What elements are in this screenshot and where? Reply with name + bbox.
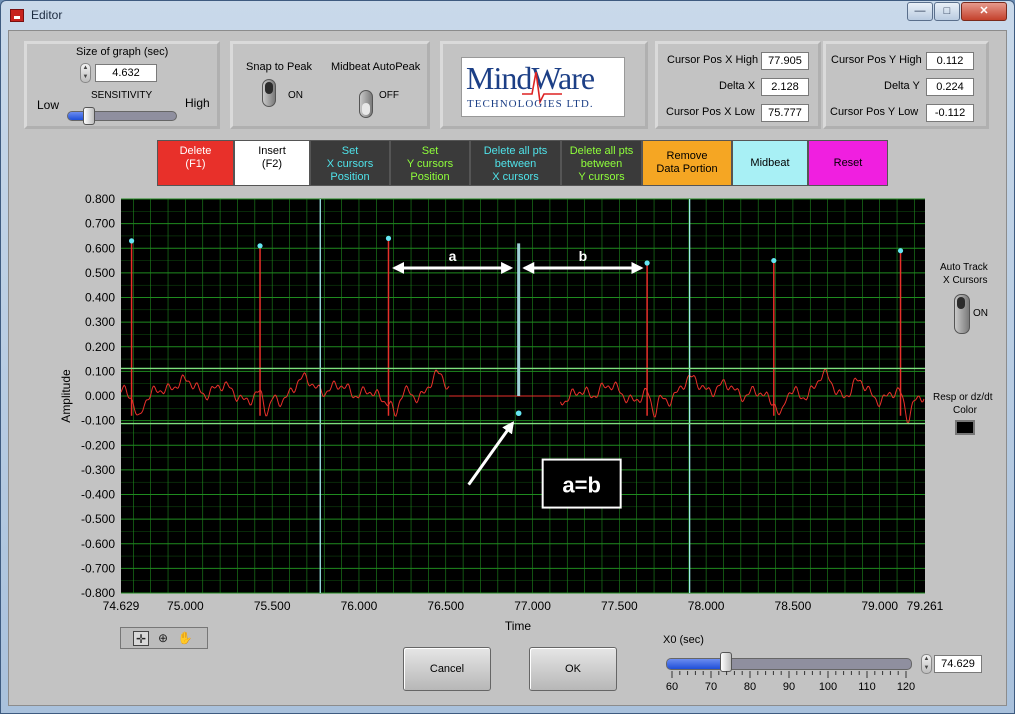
r-peak-marker xyxy=(771,257,777,264)
x-tick-label: 75.500 xyxy=(254,599,291,613)
auto-track-label-2: X Cursors xyxy=(943,275,988,286)
r-peak-marker xyxy=(385,235,392,241)
x0-slider-track[interactable] xyxy=(666,658,912,670)
x-tick-label: 76.000 xyxy=(341,599,378,613)
x-tick-label: 77.000 xyxy=(514,599,551,613)
x0-value[interactable]: 74.629 xyxy=(934,655,982,673)
graph-tool-palette: ✛ ⊕ ✋ xyxy=(120,627,208,649)
x-tick-label: 77.500 xyxy=(601,599,638,613)
cancel-button[interactable]: Cancel xyxy=(403,647,491,691)
y-tick-label: 0.000 xyxy=(85,389,115,403)
y-tick-label: -0.500 xyxy=(81,512,115,526)
y-tick-label: 0.800 xyxy=(85,192,115,206)
pan-tool-icon[interactable]: ✋ xyxy=(177,631,193,646)
equation-label: a=b xyxy=(562,473,601,498)
x0-label: X0 (sec) xyxy=(663,634,704,646)
auto-track-state: ON xyxy=(973,308,988,319)
x-tick-label: 79.000 xyxy=(861,599,898,613)
r-peak-marker xyxy=(644,260,650,266)
x0-slider-thumb[interactable] xyxy=(719,652,732,672)
x-tick-label: 79.261 xyxy=(907,599,944,613)
auto-track-label-1: Auto Track xyxy=(940,262,988,273)
midbeat-marker xyxy=(515,410,522,417)
y-axis-label: Amplitude xyxy=(59,369,73,423)
b-label: b xyxy=(579,248,588,264)
x-tick-label: 78.500 xyxy=(775,599,812,613)
y-tick-label: -0.700 xyxy=(81,561,115,575)
r-peak-marker xyxy=(897,248,904,254)
x-tick-label: 78.000 xyxy=(688,599,725,613)
a-label: a xyxy=(449,248,457,264)
resp-color-label-1: Resp or dz/dt xyxy=(933,392,993,403)
resp-color-label-2: Color xyxy=(953,405,977,416)
cursor-tool-icon[interactable]: ✛ xyxy=(133,631,149,646)
y-tick-label: -0.200 xyxy=(81,438,115,452)
x-tick-label: 75.000 xyxy=(167,599,204,613)
y-tick-label: 0.100 xyxy=(85,364,115,378)
r-peak-marker xyxy=(257,243,263,249)
y-tick-label: 0.300 xyxy=(85,315,115,329)
y-tick-label: 0.700 xyxy=(85,217,115,231)
y-tick-label: 0.400 xyxy=(85,291,115,305)
zoom-tool-icon[interactable]: ⊕ xyxy=(155,631,171,646)
auto-track-toggle[interactable] xyxy=(954,294,970,334)
x-axis-label: Time xyxy=(505,619,532,633)
x0-slider-fill xyxy=(667,659,727,669)
y-tick-label: -0.800 xyxy=(81,586,115,600)
y-tick-label: -0.400 xyxy=(81,488,115,502)
y-tick-label: 0.600 xyxy=(85,241,115,255)
r-peak-marker xyxy=(128,238,135,244)
y-tick-label: 0.500 xyxy=(85,266,115,280)
x-tick-label: 74.629 xyxy=(103,599,140,613)
resp-color-swatch[interactable] xyxy=(955,420,975,435)
amplitude-chart[interactable]: a b a=b 0.800 0.700 0.600 0.500 0.400 0.300 0.20… xyxy=(0,0,1015,714)
ok-button[interactable]: OK xyxy=(529,647,617,691)
x-tick-label: 76.500 xyxy=(427,599,464,613)
y-tick-label: 0.200 xyxy=(85,340,115,354)
y-tick-label: -0.300 xyxy=(81,463,115,477)
x0-spinner[interactable]: ▲ ▼ xyxy=(921,654,932,674)
y-tick-label: -0.600 xyxy=(81,537,115,551)
y-tick-label: -0.100 xyxy=(81,414,115,428)
